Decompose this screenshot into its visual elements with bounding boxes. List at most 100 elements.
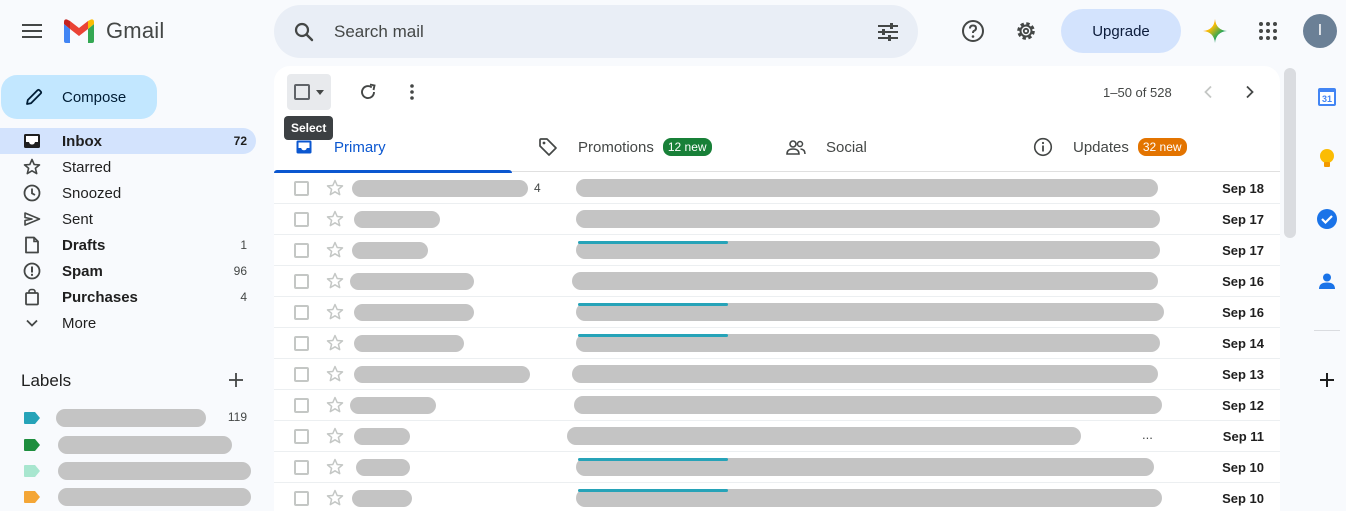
star-icon[interactable] <box>325 457 345 477</box>
sidebar-item-label: Snoozed <box>62 184 122 202</box>
more-vert-icon[interactable] <box>398 78 426 106</box>
compose-button[interactable]: Compose <box>1 75 157 119</box>
sidebar-item-snoozed[interactable]: Snoozed <box>0 180 256 206</box>
sidebar-item-label: Purchases <box>62 288 138 306</box>
tab-promotions[interactable]: Promotions 12 new <box>538 122 712 172</box>
sidebar-item-inbox[interactable]: Inbox 72 <box>0 128 256 154</box>
sidebar-item-sent[interactable]: Sent <box>0 206 256 232</box>
row-checkbox[interactable] <box>294 367 309 382</box>
label-chip-redacted <box>578 303 728 306</box>
compose-label: Compose <box>62 88 127 106</box>
shopping-bag-icon <box>22 288 42 306</box>
sender-redacted <box>352 180 528 197</box>
star-icon[interactable] <box>325 178 345 198</box>
calendar-app-icon[interactable]: 31 <box>1314 84 1340 110</box>
add-label-plus-icon[interactable] <box>224 368 248 392</box>
add-app-plus-icon[interactable] <box>1314 367 1340 393</box>
contacts-app-icon[interactable] <box>1314 268 1340 294</box>
search-input[interactable]: Search mail <box>334 22 424 42</box>
keep-app-icon[interactable] <box>1314 146 1340 172</box>
sidebar-item-label: Sent <box>62 210 93 228</box>
tab-label: Social <box>826 138 867 156</box>
row-checkbox[interactable] <box>294 181 309 196</box>
email-date: Sep 16 <box>1222 305 1264 320</box>
email-row[interactable]: Sep 16 <box>274 297 1280 328</box>
people-icon <box>786 137 806 157</box>
inbox-icon <box>22 132 42 150</box>
star-icon[interactable] <box>325 333 345 353</box>
tab-label: Updates <box>1073 138 1129 156</box>
star-icon[interactable] <box>325 364 345 384</box>
email-row[interactable]: Sep 16 <box>274 266 1280 297</box>
row-checkbox[interactable] <box>294 429 309 444</box>
refresh-icon[interactable] <box>354 78 382 106</box>
select-all-checkbox[interactable] <box>287 74 331 110</box>
star-icon[interactable] <box>325 426 345 446</box>
label-item[interactable] <box>22 461 256 481</box>
sidebar-item-purchases[interactable]: Purchases 4 <box>0 284 256 310</box>
apps-grid-icon[interactable] <box>1250 13 1286 49</box>
next-page-chevron-icon[interactable] <box>1236 78 1264 106</box>
search-icon[interactable] <box>290 18 318 46</box>
subject-redacted <box>576 210 1160 228</box>
email-row[interactable]: Sep 13 <box>274 359 1280 390</box>
account-avatar[interactable]: I <box>1303 14 1337 48</box>
row-checkbox[interactable] <box>294 491 309 506</box>
subject-redacted <box>574 396 1162 414</box>
sender-redacted <box>354 428 410 445</box>
mail-list-scrollbar[interactable] <box>1284 68 1296 238</box>
caret-down-icon[interactable] <box>316 89 324 95</box>
star-icon[interactable] <box>325 209 345 229</box>
sidebar-item-spam[interactable]: Spam 96 <box>0 258 256 284</box>
search-bar[interactable]: Search mail <box>274 5 918 58</box>
row-checkbox[interactable] <box>294 398 309 413</box>
star-icon[interactable] <box>325 240 345 260</box>
row-checkbox[interactable] <box>294 460 309 475</box>
email-row[interactable]: Sep 10 <box>274 452 1280 483</box>
help-icon[interactable] <box>955 13 991 49</box>
gmail-logo[interactable]: Gmail <box>62 14 164 48</box>
star-icon[interactable] <box>325 488 345 508</box>
email-row[interactable]: Sep 10 <box>274 483 1280 511</box>
tab-updates[interactable]: Updates 32 new <box>1033 122 1187 172</box>
clock-icon <box>22 184 42 202</box>
sidebar-item-more[interactable]: More <box>0 310 256 336</box>
label-tag-icon <box>24 412 40 424</box>
main-menu-button[interactable] <box>14 13 50 49</box>
star-icon[interactable] <box>325 302 345 322</box>
chevron-down-icon <box>22 314 42 332</box>
gemini-sparkle-icon[interactable] <box>1197 13 1233 49</box>
row-checkbox[interactable] <box>294 336 309 351</box>
email-row[interactable]: Sep 14 <box>274 328 1280 359</box>
row-checkbox[interactable] <box>294 212 309 227</box>
label-item[interactable]: 119 <box>22 408 256 428</box>
label-tag-icon <box>24 439 40 451</box>
label-item[interactable] <box>22 435 256 455</box>
email-date: Sep 17 <box>1222 243 1264 258</box>
pencil-icon <box>23 86 45 108</box>
hamburger-icon <box>22 24 42 38</box>
settings-gear-icon[interactable] <box>1008 13 1044 49</box>
email-row[interactable]: Sep 17 <box>274 235 1280 266</box>
sidebar-item-drafts[interactable]: Drafts 1 <box>0 232 256 258</box>
sidebar-item-starred[interactable]: Starred <box>0 154 256 180</box>
email-row[interactable]: ... Sep 11 <box>274 421 1280 452</box>
sidebar-item-count: 1 <box>240 238 247 252</box>
row-checkbox[interactable] <box>294 243 309 258</box>
row-checkbox[interactable] <box>294 305 309 320</box>
sidebar-item-label: More <box>62 314 97 332</box>
sidebar-nav: Inbox 72 Starred Snoozed Sent Drafts 1 S… <box>0 128 256 336</box>
email-row[interactable]: Sep 17 <box>274 204 1280 235</box>
label-item[interactable] <box>22 487 256 507</box>
email-row[interactable]: 4 Sep 18 <box>274 173 1280 204</box>
upgrade-button[interactable]: Upgrade <box>1061 9 1181 53</box>
tab-social[interactable]: Social <box>786 122 867 172</box>
sender-redacted <box>352 242 428 259</box>
prev-page-chevron-icon[interactable] <box>1194 78 1222 106</box>
row-checkbox[interactable] <box>294 274 309 289</box>
email-row[interactable]: Sep 12 <box>274 390 1280 421</box>
star-icon[interactable] <box>325 271 345 291</box>
star-icon[interactable] <box>325 395 345 415</box>
search-options-icon[interactable] <box>874 18 902 46</box>
tasks-app-icon[interactable] <box>1314 206 1340 232</box>
